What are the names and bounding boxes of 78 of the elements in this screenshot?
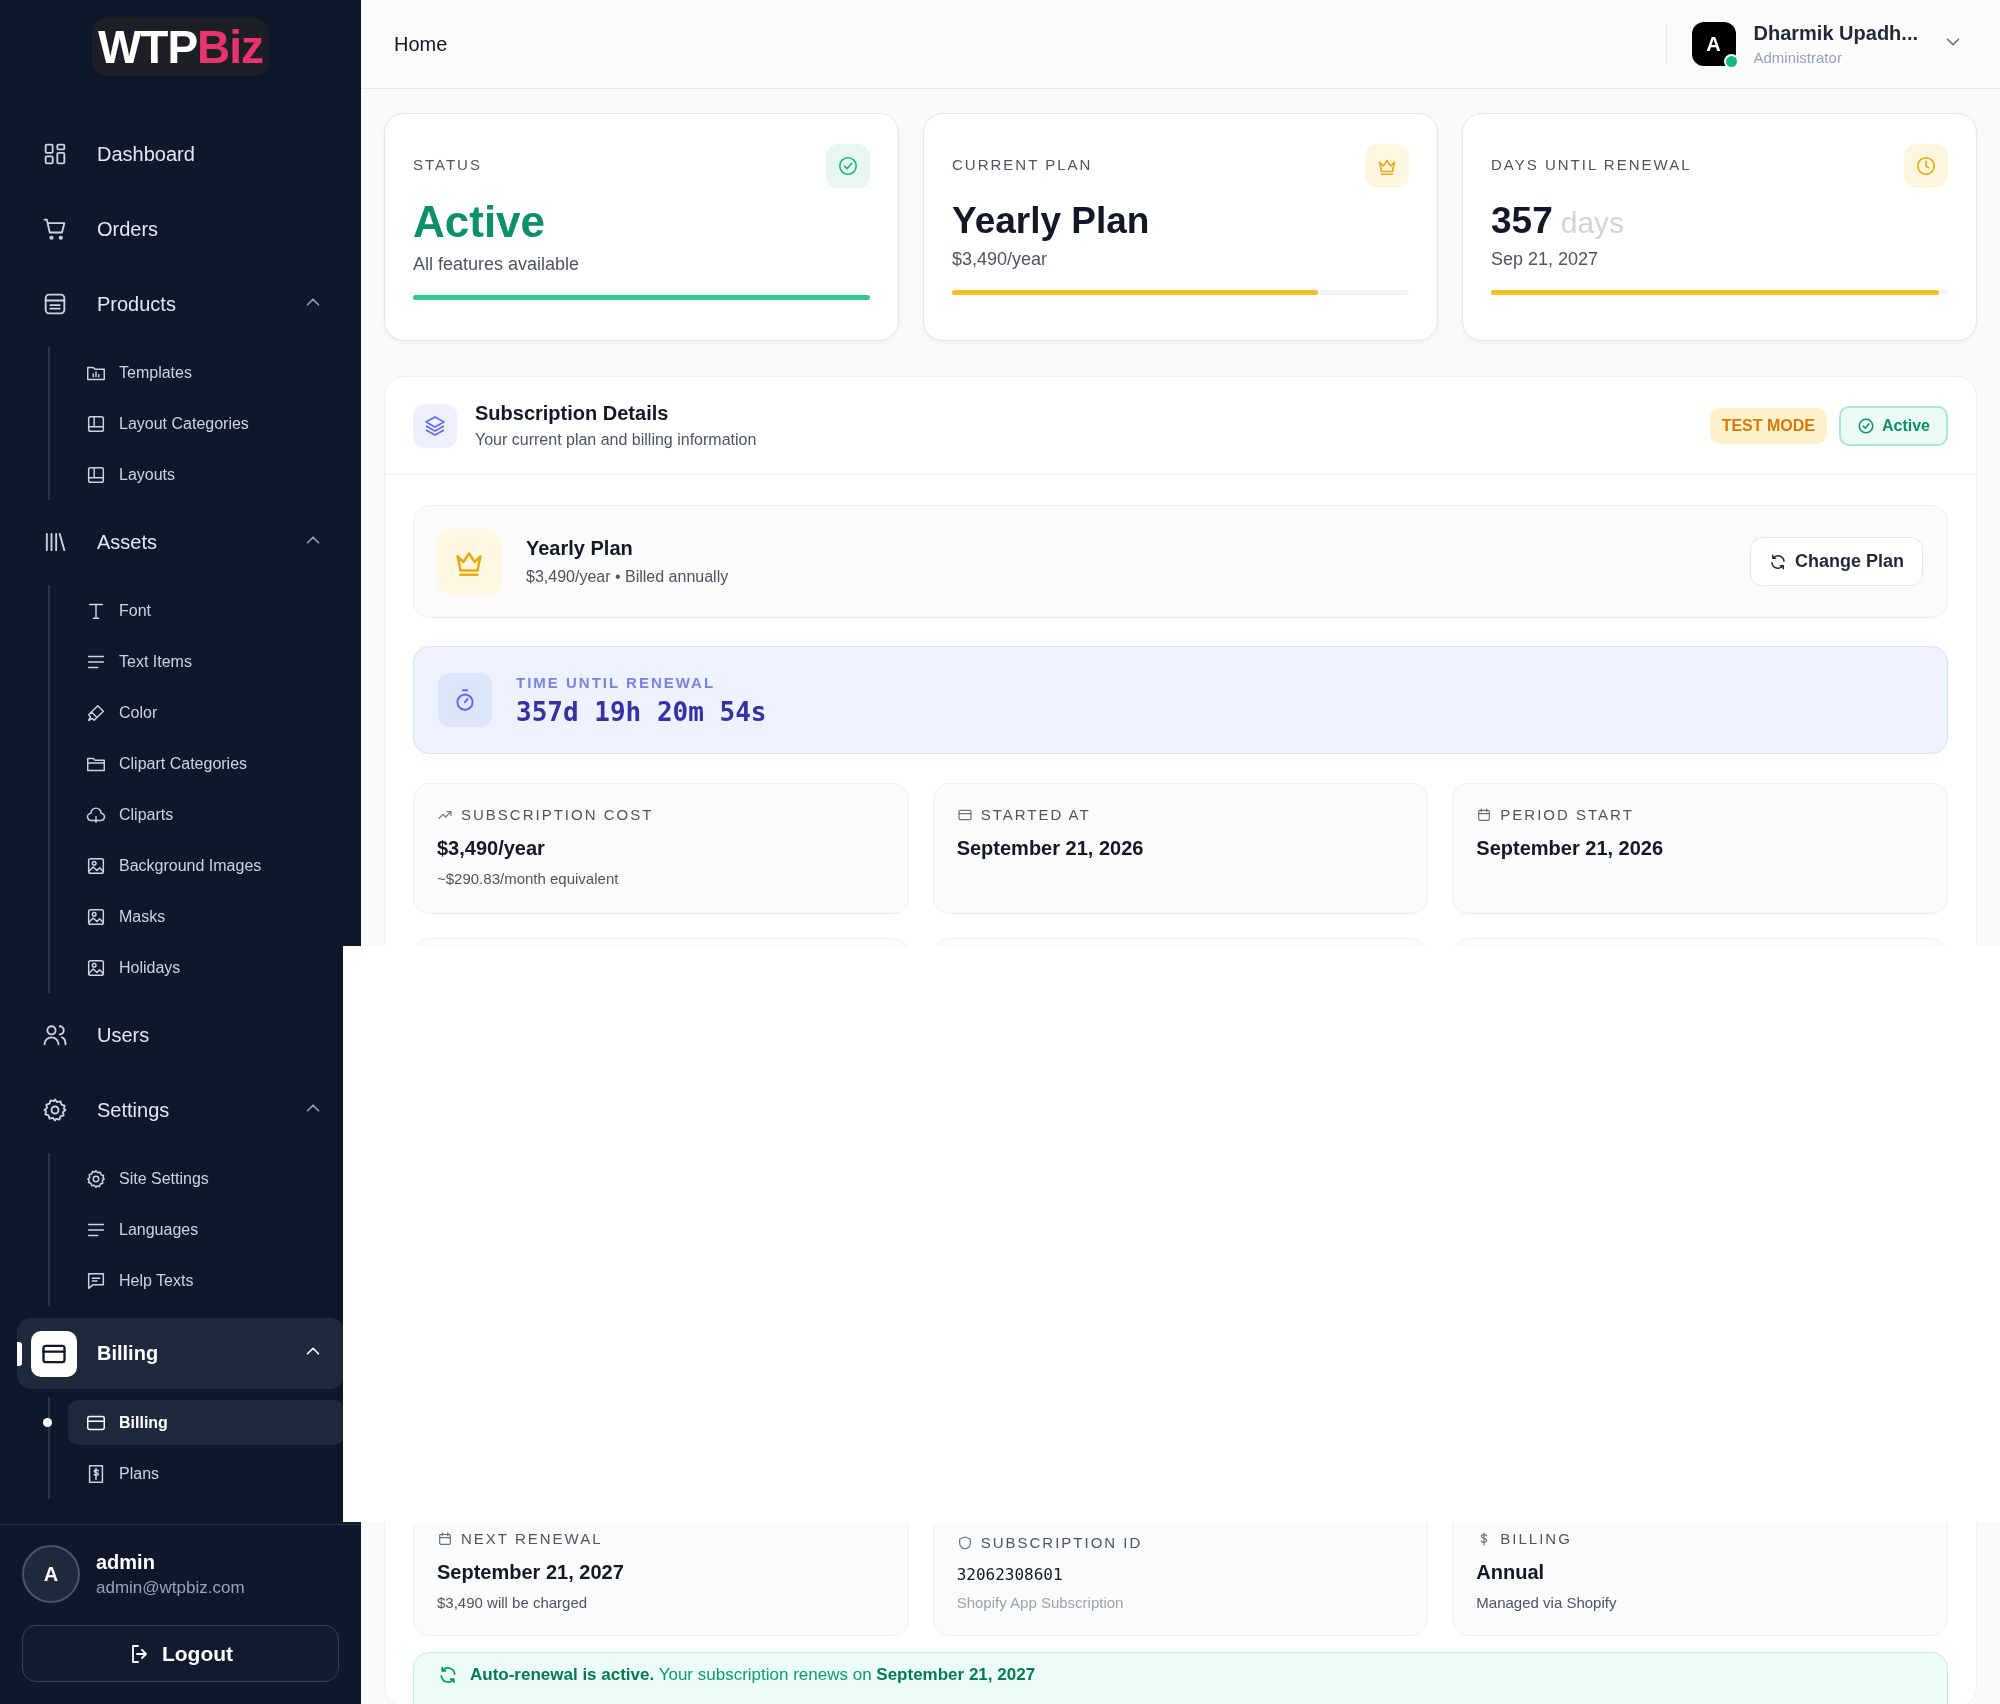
nav-subitem[interactable]: Background Images xyxy=(68,840,344,891)
layers-icon xyxy=(413,403,457,448)
user-avatar: A xyxy=(22,1545,80,1603)
calendar-icon xyxy=(437,1530,453,1547)
detail-label: BILLING xyxy=(1500,1530,1572,1547)
nav-subitem[interactable]: Font xyxy=(68,585,344,636)
nav-item[interactable]: Billing xyxy=(17,1318,344,1389)
stat-label: STATUS xyxy=(413,156,482,173)
detail-value: Annual xyxy=(1476,1561,1546,1584)
detail-label: NEXT RENEWAL xyxy=(461,1530,603,1547)
mode-badge: TEST MODE xyxy=(1709,407,1827,444)
nav-subitem[interactable]: Layouts xyxy=(68,449,344,500)
detail-label: SUBSCRIPTION ID xyxy=(980,1534,1143,1551)
user-name: admin xyxy=(96,1550,156,1574)
calendar-icon xyxy=(1476,806,1493,823)
panel-subtitle: Your current plan and billing information xyxy=(475,431,757,449)
nav-subitem[interactable]: Help Texts xyxy=(68,1255,344,1306)
countdown-label: TIME UNTIL RENEWAL xyxy=(516,673,717,691)
detail-note: Managed via Shopify xyxy=(1476,1594,1618,1611)
detail-note: ~$290.83/month equivalent xyxy=(437,870,620,887)
nav-subitem[interactable]: Templates xyxy=(68,347,344,398)
logout-button[interactable]: Logout xyxy=(22,1625,339,1682)
detail-label: STARTED AT xyxy=(980,806,1091,823)
stat-value: Active xyxy=(413,200,547,244)
nav-subitem[interactable]: Plans xyxy=(68,1448,344,1499)
nav-subitem[interactable]: Site Settings xyxy=(68,1153,344,1204)
user-email: admin@wtpbiz.com xyxy=(96,1577,245,1598)
stat-subtitle: $3,490/year xyxy=(952,249,1049,270)
stat-subtitle: Sep 21, 2027 xyxy=(1491,249,1600,270)
detail-value: September 21, 2026 xyxy=(1476,837,1665,860)
detail-label: PERIOD START xyxy=(1500,806,1634,823)
user-name: Dharmik Upadh... xyxy=(1753,22,1918,45)
nav-subitem[interactable]: Masks xyxy=(68,891,344,942)
user-role: Administrator xyxy=(1753,49,1843,66)
notice-text: Auto-renewal is active. Your subscription renews on September 21, 2027 xyxy=(470,1665,1036,1685)
status-badge: Active xyxy=(1838,405,1948,446)
stat-value: Yearly Plan xyxy=(952,202,1151,239)
detail-note: Shopify App Subscription xyxy=(956,1594,1125,1611)
active-dot xyxy=(43,1418,52,1427)
logo: WTPBiz xyxy=(91,18,270,76)
nav-item[interactable]: Users xyxy=(17,1005,344,1065)
detail-value: September 21, 2027 xyxy=(437,1561,625,1584)
change-plan-button[interactable]: Change Plan xyxy=(1749,537,1923,586)
check-circle-icon xyxy=(1856,416,1875,435)
detail-value: $3,490/year xyxy=(437,837,546,860)
detail-value: September 21, 2026 xyxy=(956,837,1145,860)
plan-details: $3,490/year • Billed annually xyxy=(526,568,729,586)
nav-subitem[interactable]: Clipart Categories xyxy=(68,738,344,789)
user-avatar[interactable]: A xyxy=(1691,22,1736,66)
nav-item[interactable]: Assets xyxy=(17,512,344,572)
nav-subitem[interactable]: Cliparts xyxy=(68,789,344,840)
breadcrumb: Home xyxy=(394,32,449,56)
refresh-icon xyxy=(438,1665,458,1685)
active-indicator xyxy=(17,1342,22,1366)
detail-note: $3,490 will be charged xyxy=(437,1594,589,1611)
nav-item[interactable]: Settings xyxy=(17,1080,344,1140)
refresh-icon xyxy=(1768,552,1787,571)
clock-icon xyxy=(1915,155,1937,177)
detail-value: 32062308601 xyxy=(956,1565,1064,1584)
nav-subitem[interactable]: Holidays xyxy=(68,942,344,993)
nav-item[interactable]: Dashboard xyxy=(17,124,344,184)
plan-name: Yearly Plan xyxy=(526,537,634,560)
nav-item[interactable]: Orders xyxy=(17,199,344,259)
nav-subitem[interactable]: Color xyxy=(68,687,344,738)
nav-subitem[interactable]: Languages xyxy=(68,1204,344,1255)
nav-item[interactable]: Products xyxy=(17,274,344,334)
shield-icon xyxy=(956,1534,973,1551)
settings-icon xyxy=(41,1096,69,1124)
panel-title: Subscription Details xyxy=(475,402,670,425)
settings-icon xyxy=(85,1167,107,1190)
countdown-value: 357d 19h 20m 54s xyxy=(516,696,767,727)
check-circle-icon xyxy=(837,155,859,177)
stat-label: DAYS UNTIL RENEWAL xyxy=(1491,156,1692,173)
stat-subtitle: All features available xyxy=(413,254,581,275)
stat-label: CURRENT PLAN xyxy=(952,156,1093,173)
detail-label: SUBSCRIPTION COST xyxy=(461,806,654,823)
nav-subitem[interactable]: Text Items xyxy=(68,636,344,687)
nav-subitem[interactable]: Layout Categories xyxy=(68,398,344,449)
